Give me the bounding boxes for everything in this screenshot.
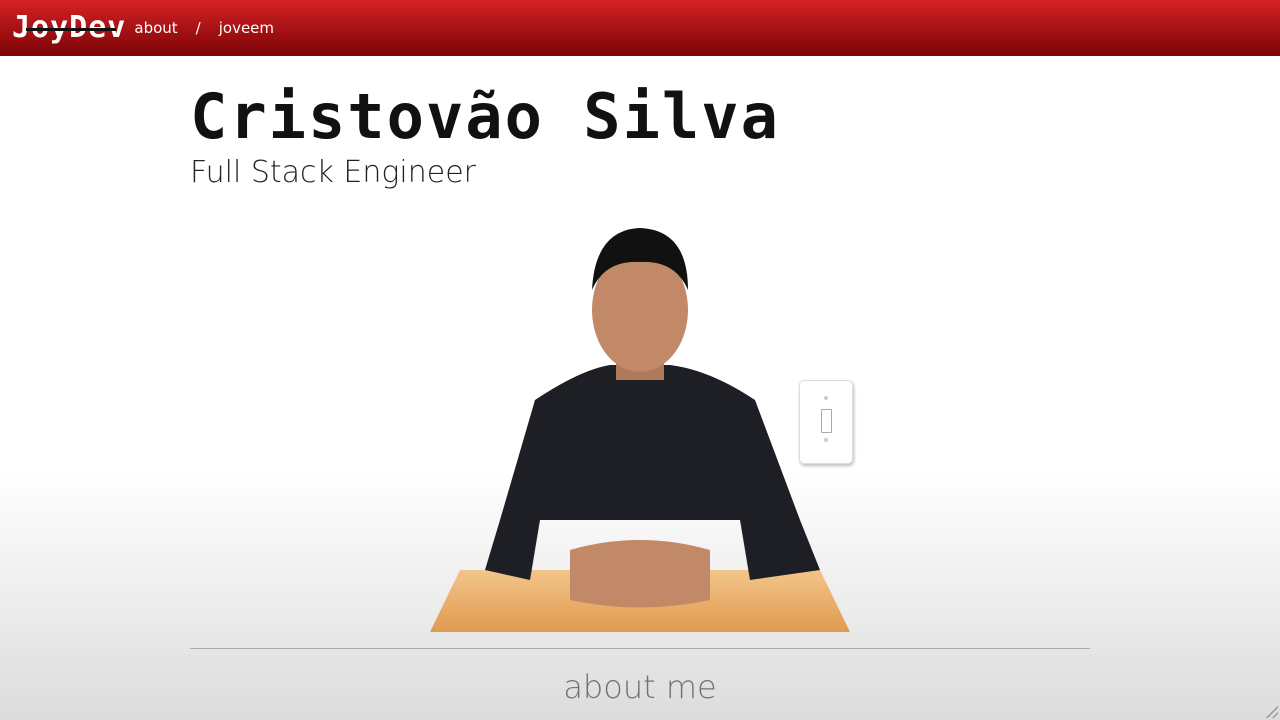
theme-light-switch[interactable]: [799, 380, 853, 464]
profile-photo: [430, 228, 850, 632]
nav-joveem-link[interactable]: joveem: [219, 19, 274, 37]
screw-icon: [824, 396, 828, 400]
nav-about-link[interactable]: about: [134, 19, 177, 37]
divider: [190, 648, 1090, 649]
subtitle: Full Stack Engineer: [190, 155, 476, 190]
section-title-about: about me: [563, 668, 717, 706]
logo[interactable]: JoyDev: [12, 13, 126, 43]
page-title: Cristovão Silva: [190, 80, 780, 153]
breadcrumb-separator: /: [195, 19, 201, 37]
hands: [570, 540, 710, 608]
screw-icon: [824, 438, 828, 442]
breadcrumb: about / joveem: [134, 19, 274, 37]
top-bar: JoyDev about / joveem: [0, 0, 1280, 56]
resize-handle-icon[interactable]: [1266, 706, 1278, 718]
toggle-icon: [821, 409, 832, 433]
